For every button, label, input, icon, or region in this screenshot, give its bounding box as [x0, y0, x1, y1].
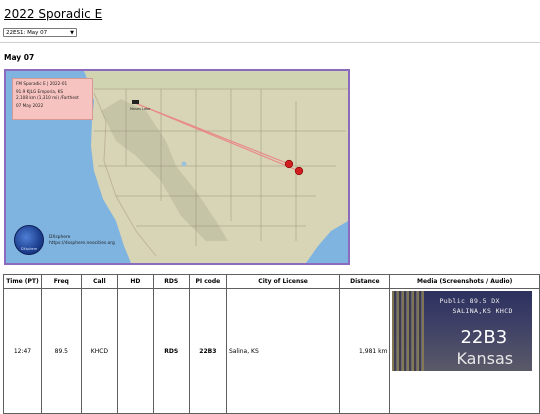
- cell-call: KHCD: [80, 288, 119, 414]
- table-row: 12:47 89.5 KHCD RDS 22B3 Salina, KS 1,98…: [3, 288, 540, 414]
- header-call: Call: [80, 274, 119, 289]
- log-select-dropdown[interactable]: 22ES1: May 07 ▼: [3, 28, 77, 37]
- cell-hd: [117, 288, 154, 414]
- map-info-box: FM Sporadic E | 2022-01 91.9 KJLG Empori…: [12, 78, 93, 120]
- logo-word: DXsphere: [20, 247, 38, 251]
- land-canada: [84, 71, 348, 89]
- header-pi-code: PI code: [188, 274, 227, 289]
- station-marker-icon[interactable]: [294, 166, 304, 176]
- divider: [0, 42, 540, 43]
- cell-media: Public 89.5 DX SALINA,KS KHCD 22B3 Kansa…: [389, 288, 540, 414]
- screenshot-state: Kansas: [456, 349, 514, 368]
- screenshot-line-2: SALINA,KS KHCD: [452, 307, 513, 315]
- chevron-down-icon: ▼: [70, 30, 74, 36]
- dxsphere-credit: DXsphere DXsphere https://dxsphere.neoci…: [14, 225, 134, 259]
- info-date: 07 May 2022: [16, 103, 44, 109]
- table-header-row: Time (PT) Freq Call HD RDS PI code City …: [3, 274, 540, 289]
- lake-marker: [181, 161, 187, 167]
- header-media: Media (Screenshots / Audio): [389, 274, 540, 289]
- section-date-heading: May 07: [4, 53, 35, 62]
- cell-freq: 89.5: [40, 288, 82, 414]
- cell-time: 12:47: [3, 288, 42, 414]
- log-table: Time (PT) Freq Call HD RDS PI code City …: [3, 274, 540, 414]
- cell-rds: RDS: [152, 288, 190, 414]
- reception-map: Moses Lake FM Sporadic E | 2022-01 91.9 …: [4, 69, 350, 265]
- screenshot-line-1: Public 89.5 DX: [439, 297, 500, 305]
- home-marker-icon: [132, 100, 139, 104]
- cell-pi-code: 22B3: [188, 288, 227, 414]
- rds-screenshot[interactable]: Public 89.5 DX SALINA,KS KHCD 22B3 Kansa…: [392, 291, 533, 371]
- home-label: Moses Lake: [130, 107, 150, 111]
- cell-city: Salina, KS: [225, 288, 341, 414]
- log-select-value: 22ES1: May 07: [6, 30, 48, 36]
- credit-url: https://dxsphere.neocities.org: [49, 240, 115, 246]
- header-distance: Distance: [339, 274, 391, 289]
- cell-distance: 1,981 km: [339, 288, 391, 414]
- header-freq: Freq: [40, 274, 82, 289]
- screenshot-noise: [392, 291, 425, 371]
- screenshot-pi-code: 22B3: [460, 327, 508, 348]
- station-marker-icon[interactable]: [284, 159, 294, 169]
- dxsphere-logo-icon: DXsphere: [14, 225, 44, 255]
- header-hd: HD: [117, 274, 154, 289]
- page-title: 2022 Sporadic E: [4, 7, 103, 21]
- header-time: Time (PT): [3, 274, 42, 289]
- info-distance: 2,108 km (1,310 mi) /Farthest: [16, 94, 79, 100]
- header-rds: RDS: [152, 274, 190, 289]
- header-city: City of License: [225, 274, 341, 289]
